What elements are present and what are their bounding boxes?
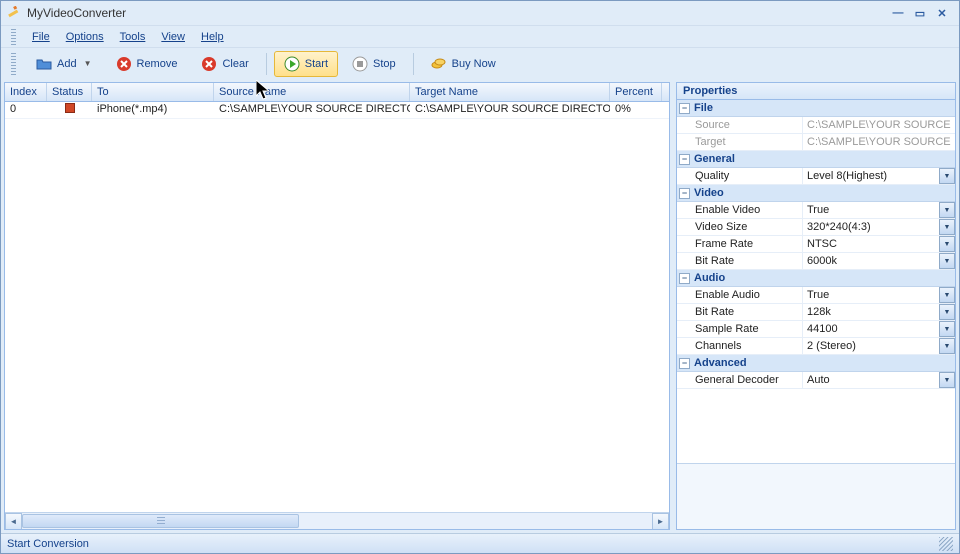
cell-target: C:\SAMPLE\YOUR SOURCE DIRECTOR...: [410, 102, 610, 118]
table-row[interactable]: 0 iPhone(*.mp4) C:\SAMPLE\YOUR SOURCE DI…: [5, 102, 669, 119]
dropdown-icon: ▼: [84, 59, 92, 68]
collapse-icon[interactable]: −: [679, 103, 690, 114]
properties-description: [677, 463, 955, 529]
chevron-down-icon[interactable]: ▼: [939, 168, 955, 184]
col-index[interactable]: Index: [5, 83, 47, 101]
grid-body[interactable]: 0 iPhone(*.mp4) C:\SAMPLE\YOUR SOURCE DI…: [5, 102, 669, 512]
app-icon: [7, 6, 21, 20]
scroll-right-icon[interactable]: ►: [652, 513, 669, 530]
scroll-thumb[interactable]: [22, 514, 299, 528]
section-general[interactable]: −General: [677, 151, 955, 168]
buynow-label: Buy Now: [452, 58, 496, 70]
chevron-down-icon[interactable]: ▼: [939, 219, 955, 235]
remove-icon: [116, 56, 132, 72]
chevron-down-icon[interactable]: ▼: [939, 253, 955, 269]
properties-panel: Properties −File Source C:\SAMPLE\YOUR S…: [676, 82, 956, 530]
menu-options[interactable]: Options: [58, 29, 112, 45]
start-button[interactable]: Start: [274, 51, 338, 77]
menu-bar: File Options Tools View Help: [1, 25, 959, 47]
toolbar-grip[interactable]: [11, 53, 16, 75]
scroll-left-icon[interactable]: ◄: [5, 513, 22, 530]
separator: [413, 53, 414, 75]
col-status[interactable]: Status: [47, 83, 92, 101]
col-percent[interactable]: Percent: [610, 83, 662, 101]
buynow-button[interactable]: Buy Now: [421, 51, 506, 77]
title-bar: MyVideoConverter — ▭ ✕: [1, 1, 959, 25]
resize-grip-icon[interactable]: [939, 537, 953, 551]
status-text: Start Conversion: [7, 538, 89, 550]
horizontal-scrollbar[interactable]: ◄ ►: [5, 512, 669, 529]
chevron-down-icon[interactable]: ▼: [939, 321, 955, 337]
prop-frame-rate[interactable]: Frame Rate NTSC▼: [677, 236, 955, 253]
play-icon: [284, 56, 300, 72]
prop-audio-bitrate[interactable]: Bit Rate 128k▼: [677, 304, 955, 321]
add-label: Add: [57, 58, 77, 70]
properties-title: Properties: [677, 83, 955, 100]
add-button[interactable]: Add ▼: [26, 51, 102, 77]
scroll-track[interactable]: [22, 513, 652, 530]
properties-body: −File Source C:\SAMPLE\YOUR SOURCE Targe…: [677, 100, 955, 463]
prop-sample-rate[interactable]: Sample Rate 44100▼: [677, 321, 955, 338]
section-video[interactable]: −Video: [677, 185, 955, 202]
section-advanced[interactable]: −Advanced: [677, 355, 955, 372]
chevron-down-icon[interactable]: ▼: [939, 372, 955, 388]
collapse-icon[interactable]: −: [679, 188, 690, 199]
prop-decoder[interactable]: General Decoder Auto▼: [677, 372, 955, 389]
remove-label: Remove: [137, 58, 178, 70]
collapse-icon[interactable]: −: [679, 273, 690, 284]
app-title: MyVideoConverter: [27, 6, 126, 20]
cell-source: C:\SAMPLE\YOUR SOURCE DIRECTOR...: [214, 102, 410, 118]
prop-source: Source C:\SAMPLE\YOUR SOURCE: [677, 117, 955, 134]
collapse-icon[interactable]: −: [679, 358, 690, 369]
main-area: Index Status To Source Name Target Name …: [1, 79, 959, 533]
col-source[interactable]: Source Name: [214, 83, 410, 101]
minimize-button[interactable]: —: [887, 5, 909, 21]
prop-video-bitrate[interactable]: Bit Rate 6000k▼: [677, 253, 955, 270]
chevron-down-icon[interactable]: ▼: [939, 304, 955, 320]
section-audio[interactable]: −Audio: [677, 270, 955, 287]
maximize-button[interactable]: ▭: [909, 5, 931, 21]
menubar-grip[interactable]: [11, 29, 16, 45]
chevron-down-icon[interactable]: ▼: [939, 202, 955, 218]
menu-help[interactable]: Help: [193, 29, 232, 45]
remove-button[interactable]: Remove: [106, 51, 188, 77]
status-indicator-icon: [65, 103, 75, 113]
status-bar: Start Conversion: [1, 533, 959, 553]
close-button[interactable]: ✕: [931, 5, 953, 21]
menu-tools[interactable]: Tools: [112, 29, 154, 45]
cell-percent: 0%: [610, 102, 662, 118]
chevron-down-icon[interactable]: ▼: [939, 338, 955, 354]
chevron-down-icon[interactable]: ▼: [939, 236, 955, 252]
prop-enable-video[interactable]: Enable Video True▼: [677, 202, 955, 219]
menu-file[interactable]: File: [24, 29, 58, 45]
prop-enable-audio[interactable]: Enable Audio True▼: [677, 287, 955, 304]
separator: [266, 53, 267, 75]
stop-icon: [352, 56, 368, 72]
prop-channels[interactable]: Channels 2 (Stereo)▼: [677, 338, 955, 355]
menu-view[interactable]: View: [153, 29, 193, 45]
col-target[interactable]: Target Name: [410, 83, 610, 101]
cell-to: iPhone(*.mp4): [92, 102, 214, 118]
start-label: Start: [305, 58, 328, 70]
cell-status: [47, 102, 92, 118]
section-file[interactable]: −File: [677, 100, 955, 117]
clear-button[interactable]: Clear: [191, 51, 258, 77]
coins-icon: [431, 56, 447, 72]
col-to[interactable]: To: [92, 83, 214, 101]
cell-index: 0: [5, 102, 47, 118]
stop-button[interactable]: Stop: [342, 51, 406, 77]
conversion-grid: Index Status To Source Name Target Name …: [4, 82, 670, 530]
chevron-down-icon[interactable]: ▼: [939, 287, 955, 303]
grid-header: Index Status To Source Name Target Name …: [5, 83, 669, 102]
prop-video-size[interactable]: Video Size 320*240(4:3)▼: [677, 219, 955, 236]
prop-quality[interactable]: Quality Level 8(Highest)▼: [677, 168, 955, 185]
toolbar: Add ▼ Remove Clear Start Stop Buy Now: [1, 47, 959, 79]
stop-label: Stop: [373, 58, 396, 70]
clear-label: Clear: [222, 58, 248, 70]
collapse-icon[interactable]: −: [679, 154, 690, 165]
prop-target: Target C:\SAMPLE\YOUR SOURCE: [677, 134, 955, 151]
clear-icon: [201, 56, 217, 72]
folder-add-icon: [36, 56, 52, 72]
